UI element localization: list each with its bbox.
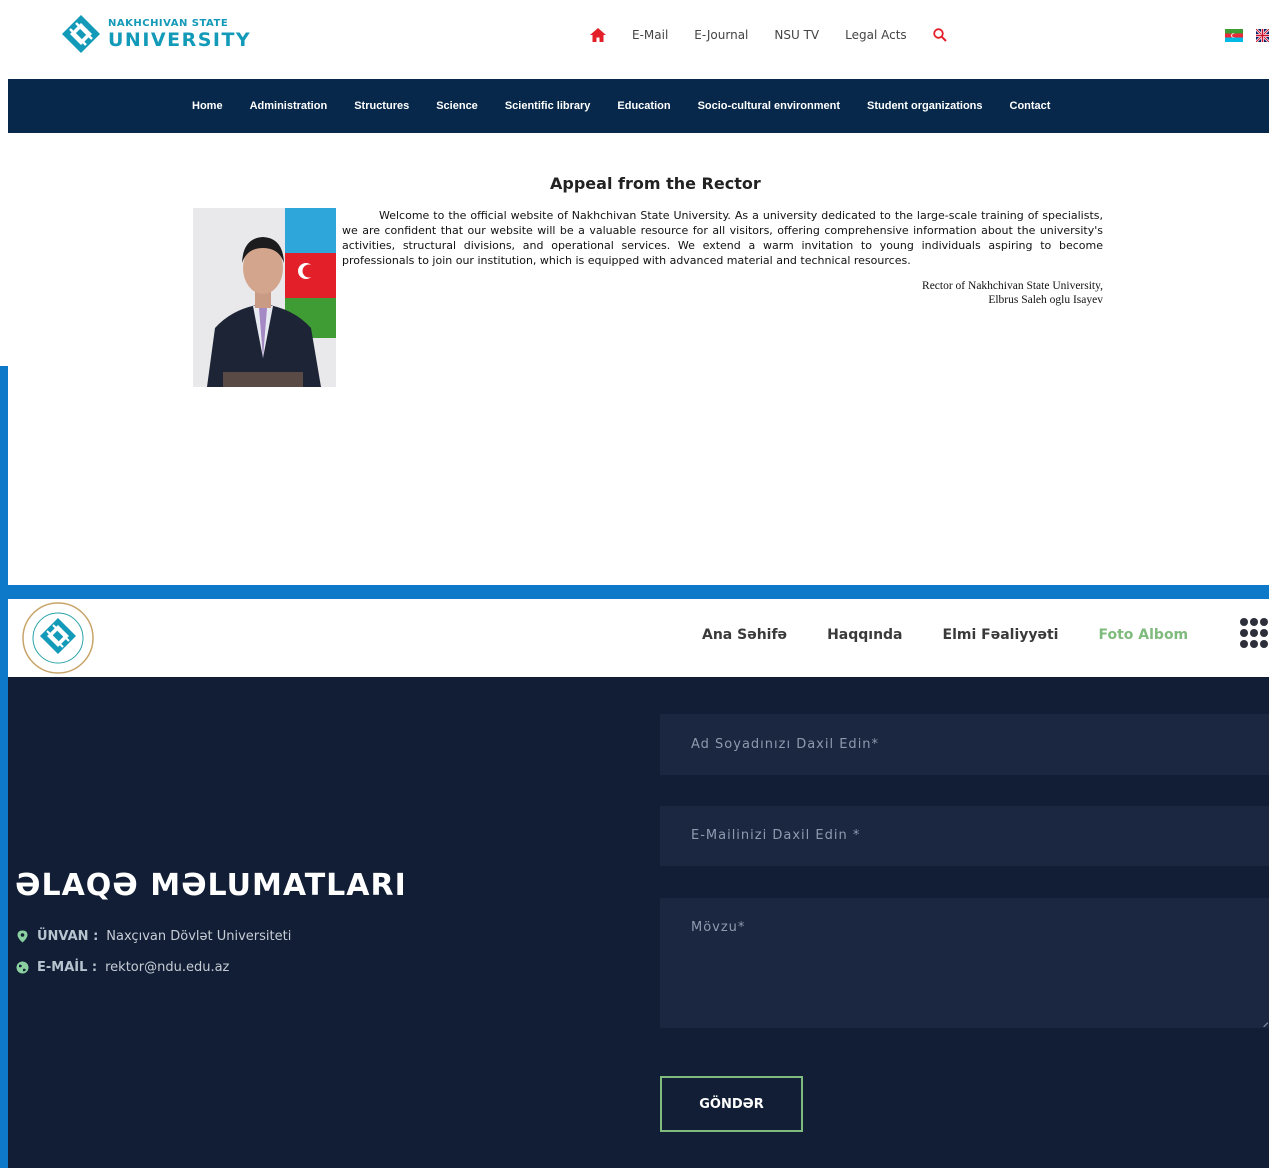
top-link-email[interactable]: E-Mail — [632, 28, 668, 42]
subject-textarea[interactable]: Mövzu* — [660, 898, 1269, 1028]
contact-title: ƏLAQƏ MƏLUMATLARI — [15, 868, 407, 903]
logo-line1: NAKHCHIVAN STATE — [108, 17, 229, 29]
nav-science[interactable]: Science — [436, 100, 478, 112]
email-label: E-MAİL : — [37, 960, 98, 975]
menu-ana-sehife[interactable]: Ana Səhifə — [702, 627, 787, 643]
university-logo-icon — [62, 15, 100, 53]
rector-photo — [193, 208, 336, 387]
nav-socio-cultural[interactable]: Socio-cultural environment — [698, 100, 840, 112]
menu-elmi-fealiyyeti[interactable]: Elmi Fəaliyyəti — [943, 627, 1059, 643]
name-input[interactable]: Ad Soyadınızı Daxil Edin* — [660, 714, 1269, 775]
top-link-legal-acts[interactable]: Legal Acts — [845, 28, 907, 42]
nav-home[interactable]: Home — [192, 100, 223, 112]
search-icon[interactable] — [932, 28, 947, 42]
signature-line2: Elbrus Saleh oglu Isayev — [988, 294, 1103, 306]
appeal-text: Welcome to the official website of Nakhc… — [342, 209, 1103, 267]
signature-line1: Rector of Nakhchivan State University, — [922, 280, 1103, 292]
submit-button[interactable]: GÖNDƏR — [660, 1076, 803, 1132]
email-input[interactable]: E-Mailinizi Daxil Edin * — [660, 806, 1269, 866]
globe-icon — [16, 961, 29, 974]
nav-structures[interactable]: Structures — [354, 100, 409, 112]
address-label: ÜNVAN : — [37, 929, 99, 944]
home-icon[interactable] — [590, 28, 606, 42]
grid-menu-icon[interactable] — [1239, 616, 1269, 650]
nav-contact[interactable]: Contact — [1010, 100, 1051, 112]
nav-scientific-library[interactable]: Scientific library — [505, 100, 591, 112]
address-row: ÜNVAN : Naxçıvan Dövlət Universiteti — [16, 929, 291, 944]
location-pin-icon — [17, 930, 28, 943]
az-flag-icon[interactable] — [1225, 29, 1243, 42]
university-seal-icon[interactable] — [22, 602, 94, 674]
email-value[interactable]: rektor@ndu.edu.az — [105, 960, 229, 975]
top-link-ejournal[interactable]: E-Journal — [694, 28, 748, 42]
ndu-header: Ana Səhifə Haqqında Elmi Fəaliyyəti Foto… — [8, 599, 1269, 677]
email-row: E-MAİL : rektor@ndu.edu.az — [16, 960, 229, 975]
nav-administration[interactable]: Administration — [250, 100, 328, 112]
top-links: E-Mail E-Journal NSU TV Legal Acts — [590, 28, 947, 42]
top-link-nsutv[interactable]: NSU TV — [774, 28, 819, 42]
logo-line2: UNIVERSITY — [108, 28, 252, 51]
subject-placeholder: Mövzu* — [691, 920, 746, 935]
appeal-title: Appeal from the Rector — [550, 174, 761, 193]
nav-education[interactable]: Education — [617, 100, 670, 112]
site-logo[interactable]: NAKHCHIVAN STATE UNIVERSITY — [60, 13, 251, 55]
ndu-menu: Ana Səhifə Haqqında Elmi Fəaliyyəti Foto… — [702, 627, 1188, 643]
address-value: Naxçıvan Dövlət Universiteti — [106, 929, 292, 944]
menu-haqqinda[interactable]: Haqqında — [827, 627, 902, 643]
menu-foto-albom[interactable]: Foto Albom — [1098, 627, 1188, 643]
nsu-page: NAKHCHIVAN STATE UNIVERSITY E-Mail E-Jou… — [8, 0, 1269, 585]
main-navbar: Home Administration Structures Science S… — [8, 79, 1269, 133]
uk-flag-icon[interactable] — [1256, 29, 1269, 42]
page-edge — [0, 0, 8, 366]
nav-student-organizations[interactable]: Student organizations — [867, 100, 983, 112]
language-flags — [1225, 29, 1269, 42]
resize-handle-icon[interactable] — [1259, 1018, 1269, 1028]
rector-signature: Rector of Nakhchivan State University, E… — [922, 279, 1103, 307]
